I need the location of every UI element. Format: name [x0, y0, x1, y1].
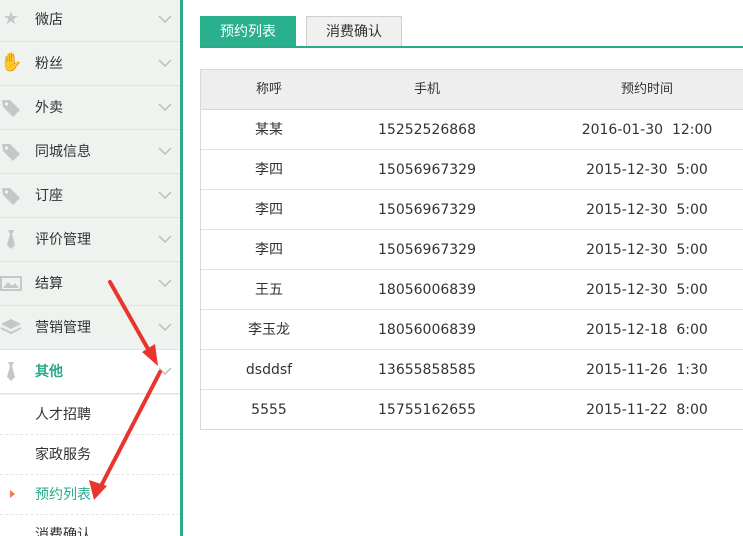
- cell-phone: 15056967329: [378, 202, 476, 218]
- submenu-item-consumption-confirm[interactable]: 消费确认: [0, 515, 180, 536]
- chevron-down-icon: [158, 191, 172, 199]
- cell-time: 2015-11-26 1:30: [586, 362, 708, 378]
- sidebar-item-label: 微店: [35, 12, 63, 28]
- table-row: 李四 15056967329 2015-12-30 5:00: [201, 150, 743, 190]
- sidebar-item-settlement[interactable]: 结算: [0, 262, 180, 306]
- layers-icon: [0, 319, 22, 335]
- cell-name: 李四: [255, 242, 283, 258]
- image-icon: [0, 276, 22, 291]
- submenu-item-label: 消费确认: [35, 527, 91, 536]
- sidebar-item-reviews[interactable]: 评价管理: [0, 218, 180, 262]
- cell-name: 王五: [255, 282, 283, 298]
- chevron-down-icon: [158, 279, 172, 287]
- chevron-down-icon: [158, 103, 172, 111]
- table-row: 李玉龙 18056006839 2015-12-18 6:00: [201, 310, 743, 350]
- table-row: 李四 15056967329 2015-12-30 5:00: [201, 190, 743, 230]
- cell-phone: 18056006839: [378, 282, 476, 298]
- cell-phone: 15252526868: [378, 122, 476, 138]
- star-icon: ★: [2, 8, 20, 29]
- chevron-down-icon: [158, 323, 172, 331]
- header-time: 预约时间: [620, 82, 673, 97]
- chevron-down-icon: [158, 235, 172, 243]
- table-row: dsddsf 13655858585 2015-11-26 1:30: [201, 350, 743, 390]
- chevron-down-icon: [158, 15, 172, 23]
- sidebar-item-takeout[interactable]: 外卖: [0, 86, 180, 130]
- header-name: 称呼: [255, 82, 282, 97]
- appointment-table: 称呼 手机 预约时间 某某 15252526868 2016-01-30 12:00…: [200, 69, 743, 430]
- sidebar-item-marketing[interactable]: 营销管理: [0, 306, 180, 350]
- submenu-item-housekeeping[interactable]: 家政服务: [0, 435, 180, 475]
- chevron-down-icon: [158, 147, 172, 155]
- sidebar-item-weidian[interactable]: ★ 微店: [0, 0, 180, 42]
- cell-time: 2015-12-18 6:00: [586, 322, 708, 338]
- cell-time: 2016-01-30 12:00: [581, 122, 713, 138]
- cell-time: 2015-12-30 5:00: [586, 242, 708, 258]
- cell-name: 某某: [255, 122, 283, 138]
- hand-icon: ✋: [0, 52, 23, 73]
- current-marker-icon: [10, 490, 15, 498]
- submenu: 人才招聘 家政服务 预约列表 消费确认: [0, 395, 180, 536]
- tie-icon: [7, 362, 15, 381]
- tie-icon: [7, 230, 15, 249]
- sidebar-item-label: 营销管理: [35, 320, 91, 336]
- cell-phone: 15755162655: [378, 402, 476, 418]
- chevron-down-icon: [158, 367, 172, 375]
- cell-name: 李玉龙: [248, 322, 290, 338]
- sidebar-item-label: 结算: [35, 276, 63, 292]
- sidebar: ★ 微店 ✋ 粉丝 外卖 同城信息 订座 评价管理 结算 营销管理 其他 人才招…: [0, 0, 183, 536]
- cell-time: 2015-12-30 5:00: [586, 162, 708, 178]
- header-phone: 手机: [413, 82, 440, 97]
- sidebar-item-reservation[interactable]: 订座: [0, 174, 180, 218]
- submenu-item-appointment-list[interactable]: 预约列表: [0, 475, 180, 515]
- submenu-item-label: 家政服务: [35, 447, 91, 463]
- tab-bar: 预约列表 消费确认: [200, 16, 743, 48]
- cell-phone: 15056967329: [378, 162, 476, 178]
- tag-icon: [2, 100, 20, 117]
- sidebar-item-label: 其他: [35, 364, 63, 380]
- cell-time: 2015-12-30 5:00: [586, 282, 708, 298]
- tag-icon: [2, 188, 20, 205]
- chevron-down-icon: [158, 59, 172, 67]
- cell-phone: 18056006839: [378, 322, 476, 338]
- cell-name: dsddsf: [245, 362, 293, 378]
- cell-name: 5555: [251, 402, 287, 418]
- table-header: 称呼 手机 预约时间: [201, 70, 743, 110]
- table-row: 王五 18056006839 2015-12-30 5:00: [201, 270, 743, 310]
- sidebar-item-label: 订座: [35, 188, 63, 204]
- cell-phone: 15056967329: [378, 242, 476, 258]
- tab-consumption-confirm[interactable]: 消费确认: [306, 16, 402, 46]
- table-row: 某某 15252526868 2016-01-30 12:00: [201, 110, 743, 150]
- table-row: 李四 15056967329 2015-12-30 5:00: [201, 230, 743, 270]
- sidebar-item-city-info[interactable]: 同城信息: [0, 130, 180, 174]
- cell-phone: 13655858585: [378, 362, 476, 378]
- cell-name: 李四: [255, 162, 283, 178]
- sidebar-item-label: 评价管理: [35, 232, 91, 248]
- sidebar-item-label: 同城信息: [35, 144, 91, 160]
- submenu-item-recruitment[interactable]: 人才招聘: [0, 395, 180, 435]
- table-row: 5555 15755162655 2015-11-22 8:00: [201, 390, 743, 430]
- cell-time: 2015-12-30 5:00: [586, 202, 708, 218]
- sidebar-item-fans[interactable]: ✋ 粉丝: [0, 42, 180, 86]
- tag-icon: [2, 144, 20, 161]
- tab-appointment-list[interactable]: 预约列表: [200, 16, 296, 46]
- cell-time: 2015-11-22 8:00: [586, 402, 708, 418]
- sidebar-item-label: 粉丝: [35, 56, 63, 72]
- sidebar-item-other[interactable]: 其他: [0, 350, 180, 394]
- cell-name: 李四: [255, 202, 283, 218]
- submenu-item-label: 预约列表: [35, 487, 91, 503]
- submenu-item-label: 人才招聘: [35, 407, 91, 423]
- sidebar-item-label: 外卖: [35, 100, 63, 116]
